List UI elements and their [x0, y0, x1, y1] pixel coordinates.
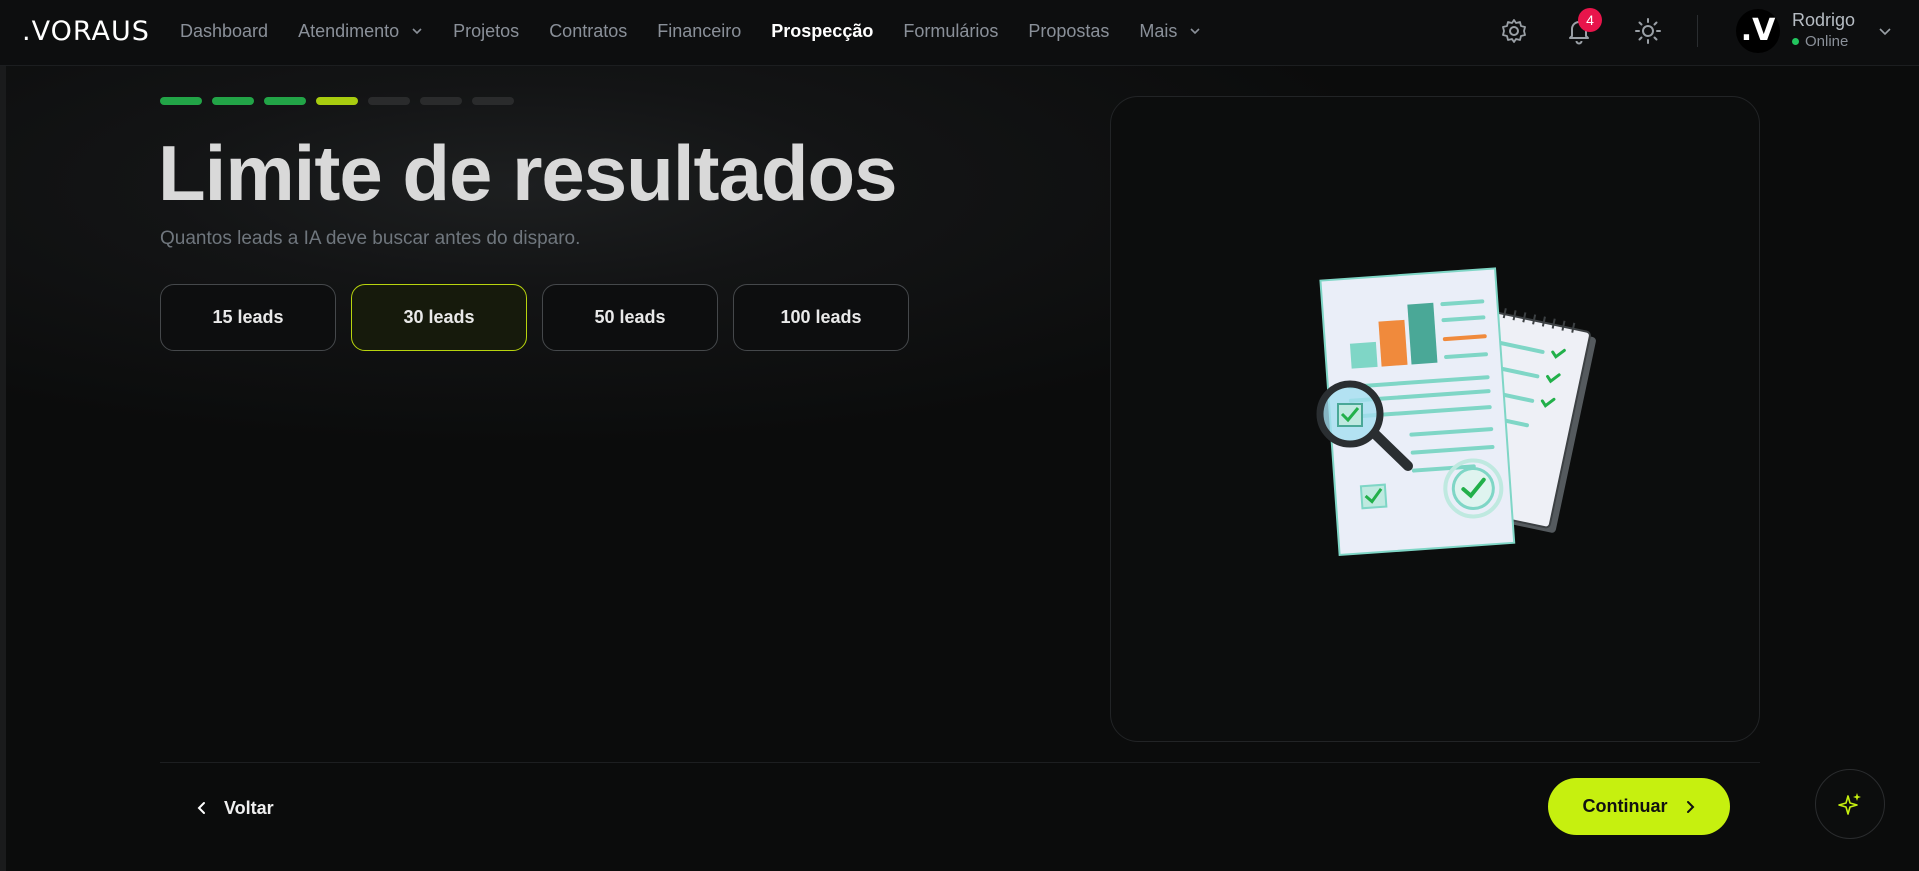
brand-logo[interactable]: .VORAUS — [22, 16, 150, 47]
user-status: Online — [1792, 33, 1848, 50]
nav-item-dashboard[interactable]: Dashboard — [180, 21, 268, 42]
nav-item-contratos[interactable]: Contratos — [549, 21, 627, 42]
report-illustration — [1316, 267, 1596, 557]
back-button-label: Voltar — [224, 797, 274, 818]
nav-item-formularios[interactable]: Formulários — [903, 21, 998, 42]
main-nav: Dashboard Atendimento Projetos Contratos… — [180, 0, 1231, 62]
top-navbar: .VORAUS Dashboard Atendimento Projetos C… — [0, 0, 1919, 66]
progress-step — [160, 97, 202, 105]
chevron-right-icon — [1686, 800, 1694, 813]
sun-icon[interactable] — [1634, 17, 1662, 45]
ai-assistant-button[interactable] — [1815, 769, 1885, 839]
chevron-down-icon — [412, 28, 422, 35]
footer-divider — [160, 762, 1760, 763]
gear-icon[interactable] — [1500, 17, 1528, 45]
nav-item-financeiro[interactable]: Financeiro — [657, 21, 741, 42]
left-edge — [0, 66, 6, 871]
nav-label: Dashboard — [180, 20, 269, 41]
progress-step — [264, 97, 306, 105]
nav-label: Financeiro — [657, 20, 742, 41]
nav-label: Mais — [1139, 20, 1178, 41]
progress-step — [472, 97, 514, 105]
page-subtitle: Quantos leads a IA deve buscar antes do … — [160, 228, 581, 249]
nav-label: Prospecção — [771, 20, 874, 41]
user-name[interactable]: Rodrigo — [1792, 10, 1855, 31]
nav-label: Contratos — [549, 20, 628, 41]
wizard-progress — [160, 97, 524, 105]
notification-badge: 4 — [1578, 8, 1602, 32]
chevron-left-icon — [197, 802, 205, 814]
chevron-down-icon[interactable] — [1878, 24, 1892, 38]
page-title: Limite de resultados — [158, 129, 898, 217]
option-15-leads[interactable]: 15 leads — [160, 284, 336, 351]
nav-label: Formulários — [903, 20, 999, 41]
header-divider — [1697, 15, 1698, 47]
back-button[interactable]: Voltar — [196, 788, 274, 828]
nav-item-propostas[interactable]: Propostas — [1028, 21, 1109, 42]
avatar[interactable]: .V — [1736, 9, 1780, 53]
nav-label: Propostas — [1028, 20, 1110, 41]
option-30-leads[interactable]: 30 leads — [351, 284, 527, 351]
option-100-leads[interactable]: 100 leads — [733, 284, 909, 351]
nav-label: Projetos — [453, 20, 520, 41]
progress-step — [420, 97, 462, 105]
online-dot-icon — [1792, 38, 1799, 45]
nav-item-mais[interactable]: Mais — [1139, 21, 1201, 42]
nav-item-atendimento[interactable]: Atendimento — [298, 21, 423, 42]
continue-button-label: Continuar — [1582, 796, 1668, 816]
lead-limit-options: 15 leads 30 leads 50 leads 100 leads — [160, 284, 924, 351]
nav-item-projetos[interactable]: Projetos — [453, 21, 519, 42]
progress-step-current — [316, 97, 358, 105]
progress-step — [368, 97, 410, 105]
continue-button[interactable]: Continuar — [1548, 778, 1730, 835]
user-status-label: Online — [1805, 33, 1849, 50]
nav-item-prospeccao[interactable]: Prospecção — [771, 21, 873, 42]
chevron-down-icon — [1190, 28, 1201, 35]
option-50-leads[interactable]: 50 leads — [542, 284, 718, 351]
nav-label: Atendimento — [298, 20, 400, 41]
progress-step — [212, 97, 254, 105]
sparkle-icon — [1838, 793, 1861, 815]
